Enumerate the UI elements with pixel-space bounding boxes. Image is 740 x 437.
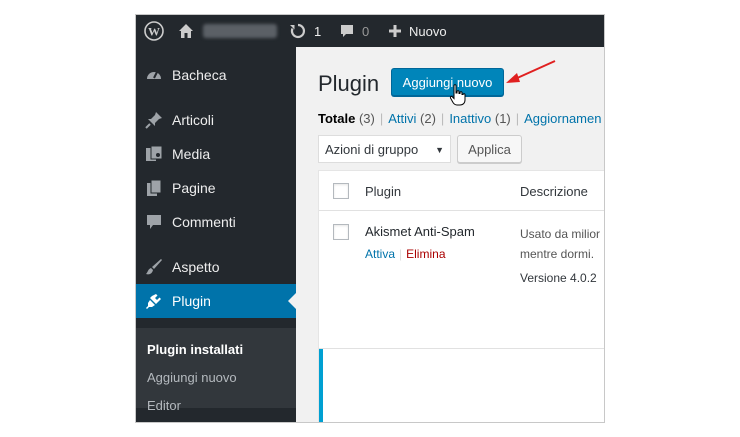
filter-count: (1): [494, 111, 511, 126]
apply-button[interactable]: Applica: [457, 135, 522, 163]
sidebar-item-commenti[interactable]: Commenti: [136, 205, 296, 239]
plugin-icon: [136, 292, 172, 310]
update-indicator-bar: [319, 349, 323, 422]
submenu-plugin-installati[interactable]: Plugin installati: [147, 342, 243, 357]
sidebar-item-label: Commenti: [172, 214, 236, 230]
row-actions: Attiva | Elimina: [365, 247, 446, 261]
plugin-name: Akismet Anti-Spam: [365, 224, 475, 239]
current-menu-arrow: [288, 293, 296, 309]
plugin-version: Versione 4.0.2: [520, 271, 597, 285]
sidebar-item-bacheca[interactable]: Bacheca: [136, 58, 296, 92]
brush-icon: [136, 258, 172, 276]
column-header-plugin[interactable]: Plugin: [365, 184, 401, 199]
sidebar-item-pagine[interactable]: Pagine: [136, 171, 296, 205]
column-header-description[interactable]: Descrizione: [520, 184, 588, 199]
sidebar-item-label: Articoli: [172, 112, 215, 128]
pages-icon: [136, 179, 172, 197]
delete-link[interactable]: Elimina: [406, 247, 445, 261]
updates-icon[interactable]: [289, 15, 307, 47]
sidebar-item-aspetto[interactable]: Aspetto: [136, 250, 296, 284]
description-line: Usato da milior: [520, 227, 601, 241]
dropdown-arrow-icon: ▼: [435, 145, 444, 155]
wordpress-logo-icon[interactable]: W: [144, 15, 164, 47]
plugin-filters: Totale (3) | Attivi (2) | Inattivo (1) | Aggio…: [318, 111, 602, 126]
updates-count[interactable]: 1: [314, 15, 321, 47]
admin-bar: W 1 0 Nuovo: [136, 15, 604, 47]
admin-sidebar: Bacheca Articoli Media Pagine Commenti A…: [136, 47, 296, 422]
filter-totale[interactable]: Totale: [318, 111, 355, 126]
action-separator: |: [399, 247, 403, 261]
comment-icon: [136, 213, 172, 231]
dashboard-icon: [136, 66, 172, 84]
sidebar-item-media[interactable]: Media: [136, 137, 296, 171]
row-checkbox[interactable]: [333, 224, 349, 240]
site-name-blurred[interactable]: [203, 24, 277, 38]
bulk-actions-select[interactable]: Azioni di gruppo ▼: [318, 135, 451, 163]
plugin-submenu: Plugin installati Aggiungi nuovo Editor: [136, 328, 296, 413]
sidebar-item-articoli[interactable]: Articoli: [136, 103, 296, 137]
select-all-checkbox[interactable]: [333, 183, 349, 199]
filter-count: (3): [358, 111, 375, 126]
activate-link[interactable]: Attiva: [365, 247, 395, 261]
annotation-arrow-icon: [503, 58, 559, 93]
filter-aggiornamenti[interactable]: Aggiornamen: [524, 111, 601, 126]
plugin-description: Usato da milior mentre dormi.: [520, 224, 600, 264]
sidebar-item-plugin[interactable]: Plugin: [136, 284, 296, 318]
table-header: Plugin Descrizione: [319, 171, 604, 211]
comments-count[interactable]: 0: [362, 15, 369, 47]
home-icon[interactable]: [178, 15, 194, 47]
comment-bubble-icon[interactable]: [339, 15, 355, 47]
plus-icon[interactable]: [388, 15, 402, 47]
bulk-actions-value: Azioni di gruppo: [325, 141, 419, 157]
sidebar-item-label: Aspetto: [172, 259, 220, 275]
pin-icon: [136, 111, 172, 129]
filter-count: (2): [420, 111, 436, 126]
sidebar-item-label: Pagine: [172, 180, 216, 196]
media-icon: [136, 145, 172, 163]
hand-cursor-icon: [449, 84, 467, 111]
description-line: mentre dormi.: [520, 247, 595, 261]
plugins-table: Plugin Descrizione Akismet Anti-Spam Att…: [318, 170, 604, 422]
sidebar-item-label: Bacheca: [172, 67, 227, 83]
new-content-link[interactable]: Nuovo: [409, 15, 447, 47]
svg-text:W: W: [148, 25, 160, 39]
submenu-aggiungi-nuovo[interactable]: Aggiungi nuovo: [147, 370, 237, 385]
sidebar-item-label: Media: [172, 146, 211, 162]
add-new-button[interactable]: Aggiungi nuovo: [391, 68, 504, 96]
filter-inattivo[interactable]: Inattivo: [449, 111, 491, 126]
submenu-editor[interactable]: Editor: [147, 398, 181, 413]
row-divider: [319, 348, 604, 349]
sidebar-item-label: Plugin: [172, 293, 211, 309]
filter-attivi[interactable]: Attivi: [388, 111, 416, 126]
page-title: Plugin: [318, 71, 380, 96]
